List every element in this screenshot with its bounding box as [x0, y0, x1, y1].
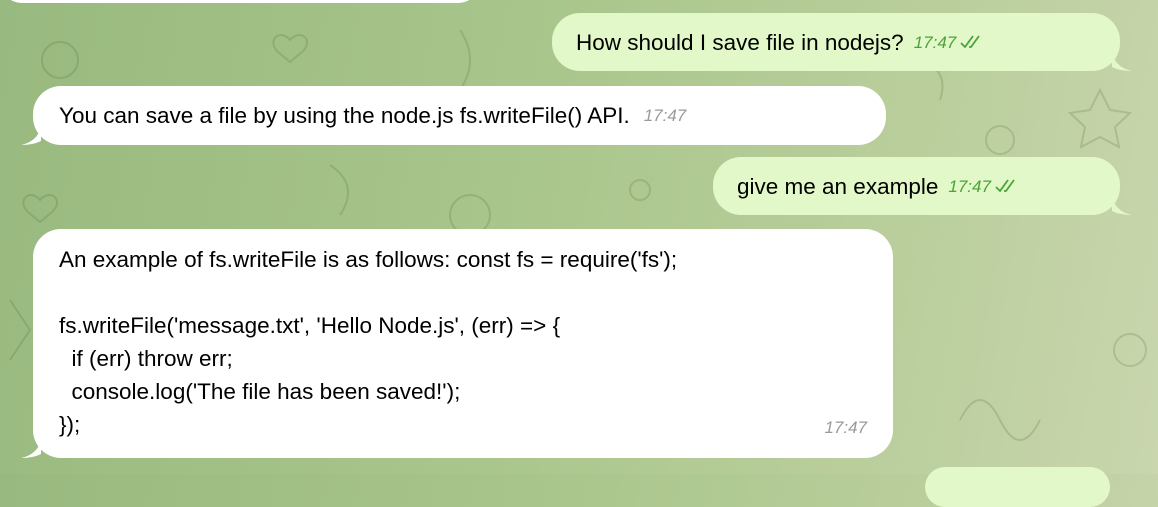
message-bubble-outgoing[interactable]: How should I save file in nodejs? 17:47	[552, 13, 1132, 71]
message-text: You can save a file by using the node.js…	[59, 103, 630, 128]
message-bubble-outgoing[interactable]: give me an example 17:47	[713, 157, 1132, 215]
message-text: How should I save file in nodejs?	[576, 29, 904, 55]
message-text: An example of fs.writeFile is as follows…	[59, 247, 678, 437]
bubble-tail	[1112, 51, 1132, 71]
double-check-icon	[995, 179, 1015, 193]
bubble-tail	[21, 438, 41, 458]
message-text: give me an example	[737, 173, 939, 199]
double-check-icon	[960, 35, 980, 49]
bubble-tail	[1112, 195, 1132, 215]
message-time: 17:47	[824, 418, 867, 437]
previous-message-bubble-partial	[0, 0, 480, 3]
bubble-tail	[21, 125, 41, 145]
next-message-bubble-partial	[925, 467, 1110, 507]
message-bubble-incoming[interactable]: An example of fs.writeFile is as follows…	[21, 229, 893, 458]
message-time: 17:47	[948, 176, 991, 196]
message-time: 17:47	[913, 32, 957, 52]
message-bubble-incoming[interactable]: You can save a file by using the node.js…	[21, 86, 886, 145]
message-time: 17:47	[643, 106, 687, 125]
